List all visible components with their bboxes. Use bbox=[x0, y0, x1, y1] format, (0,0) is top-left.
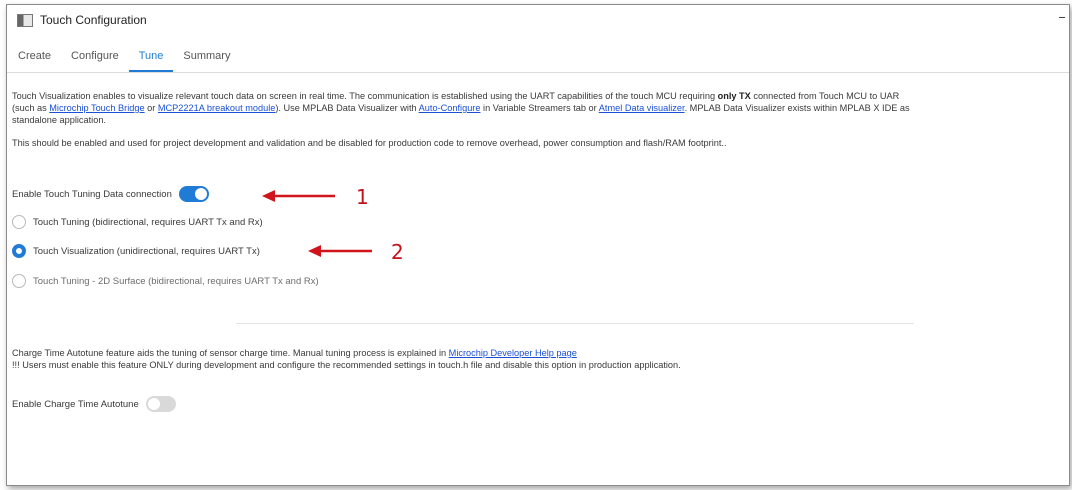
autotune-toggle-label: Enable Charge Time Autotune bbox=[12, 398, 139, 410]
developer-help-link[interactable]: Microchip Developer Help page bbox=[449, 348, 577, 358]
annotation-arrow-2 bbox=[308, 245, 372, 257]
annotation-arrow-1 bbox=[262, 190, 335, 202]
annotation-label-1: 1 bbox=[356, 185, 369, 209]
section-divider bbox=[236, 323, 914, 324]
annotation-overlay bbox=[262, 190, 372, 257]
toggle-knob bbox=[147, 398, 160, 410]
charge-time-line-1: Charge Time Autotune feature aids the tu… bbox=[12, 347, 1066, 359]
charge-time-autotune-row: Enable Charge Time Autotune bbox=[12, 396, 176, 412]
charge-time-description: Charge Time Autotune feature aids the tu… bbox=[12, 347, 1066, 371]
charge-time-autotune-toggle[interactable] bbox=[145, 396, 176, 412]
text: Charge Time Autotune feature aids the tu… bbox=[12, 348, 449, 358]
annotation-label-2: 2 bbox=[391, 240, 404, 264]
charge-time-line-2: !!! Users must enable this feature ONLY … bbox=[12, 360, 681, 370]
